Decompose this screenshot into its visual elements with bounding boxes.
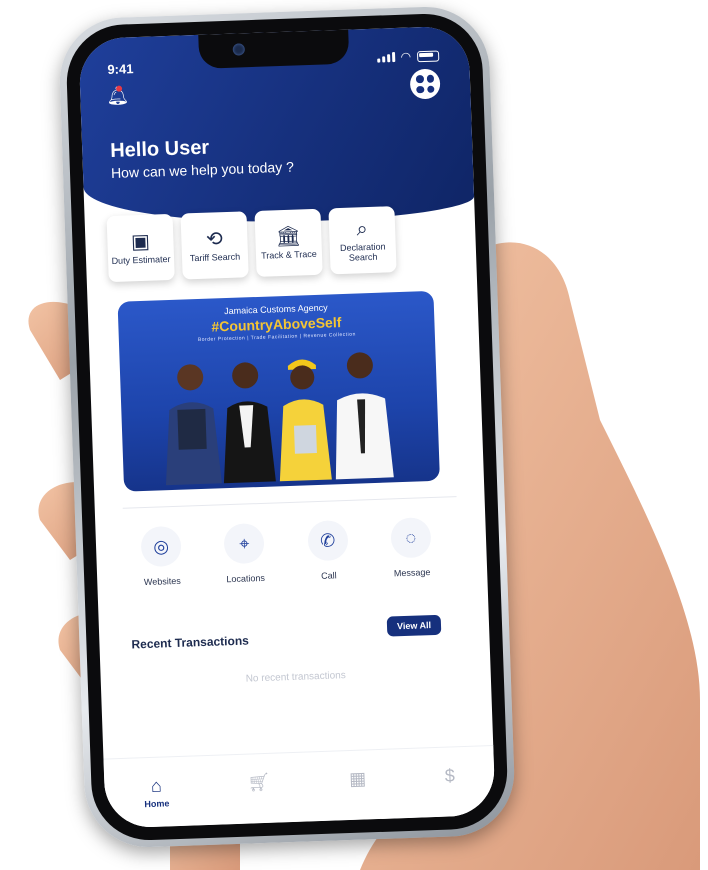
app-screen: 9:41 ◠ 🔔︎ Hello User How can we help you… [78, 25, 496, 829]
signal-icon [376, 52, 395, 63]
empty-transactions-message: No recent transactions [245, 670, 346, 685]
notification-bell-icon[interactable]: 🔔︎ [106, 85, 130, 107]
cart-icon: 🛒︎ [247, 771, 271, 793]
call-button[interactable]: ✆ Call [292, 519, 364, 581]
phone: 9:41 ◠ 🔔︎ Hello User How can we help you… [57, 4, 517, 850]
wifi-icon: ◠ [400, 49, 412, 64]
tab-cart[interactable]: 🛒︎ [247, 772, 271, 794]
phone-icon: ✆ [306, 519, 349, 562]
dollar-icon: $ [444, 765, 456, 786]
banner-people-illustration [165, 352, 394, 486]
quick-action-label: Track & Trace [260, 248, 317, 261]
view-all-button[interactable]: View All [386, 614, 442, 637]
globe-icon: ◎ [140, 525, 182, 568]
declaration-search-button[interactable]: ⌕ Declaration Search [328, 206, 397, 275]
bottom-tab-bar: ⌂ Home 🛒︎ ▦ $ [103, 744, 496, 829]
contact-label: Websites [143, 575, 181, 588]
track-trace-button[interactable]: 🏛︎ Track & Trace [254, 208, 323, 277]
contact-label: Locations [226, 572, 266, 585]
wallet-icon: ▣ [130, 230, 151, 253]
tab-payments[interactable]: $ [444, 765, 455, 786]
notification-dot [115, 85, 123, 92]
websites-button[interactable]: ◎ Websites [125, 525, 197, 587]
tariff-search-button[interactable]: ⟲ Tariff Search [180, 211, 249, 280]
location-pin-icon: ⌖ [223, 522, 266, 565]
contact-label: Call [320, 570, 337, 581]
tab-home-label: Home [144, 798, 170, 810]
quick-action-label: Declaration Search [339, 240, 386, 263]
chat-bubble-icon: ◌ [390, 517, 432, 559]
bank-icon: 🏛︎ [275, 224, 302, 248]
grid-icon: ▦ [348, 768, 367, 790]
tab-home[interactable]: ⌂ Home [143, 775, 170, 810]
battery-icon [416, 49, 440, 62]
contact-options: ◎ Websites ⌖ Locations ✆ Call ◌ Message [125, 517, 447, 588]
quick-action-label: Duty Estimater [111, 253, 171, 266]
duty-estimater-button[interactable]: ▣ Duty Estimater [106, 213, 175, 283]
tab-grid[interactable]: ▦ [349, 768, 367, 790]
status-time: 9:41 [107, 61, 134, 78]
greeting-block: Hello User How can we help you today ? [110, 134, 294, 181]
camera-icon [232, 43, 246, 56]
quick-actions: ▣ Duty Estimater ⟲ Tariff Search 🏛︎ Trac… [106, 206, 397, 283]
status-icons: ◠ [376, 48, 440, 64]
home-icon: ⌂ [150, 775, 163, 796]
contact-label: Message [393, 567, 431, 579]
search-icon: ⌕ [356, 217, 369, 240]
locations-button[interactable]: ⌖ Locations [209, 522, 281, 584]
recent-transactions-title: Recent Transactions [131, 633, 250, 652]
tariff-icon: ⟲ [205, 227, 224, 251]
divider [122, 496, 457, 509]
promo-banner[interactable]: Jamaica Customs Agency #CountryAboveSelf… [117, 290, 440, 492]
message-button[interactable]: ◌ Message [375, 517, 447, 579]
quick-action-label: Tariff Search [189, 251, 241, 263]
notch [198, 29, 350, 69]
